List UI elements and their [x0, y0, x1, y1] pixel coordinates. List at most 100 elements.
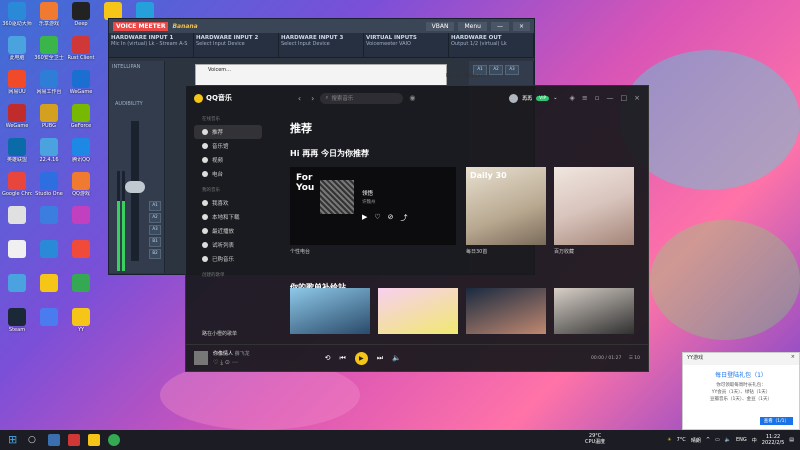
previous-icon[interactable]: ⏮	[340, 354, 346, 363]
back-arrow-icon[interactable]: ‹	[298, 94, 301, 103]
desktop-icon[interactable]: PUBG	[34, 104, 64, 129]
sidebar-item[interactable]: 已购音乐	[186, 252, 266, 266]
bus-a3-button[interactable]: A3	[149, 225, 161, 235]
minimize-icon[interactable]: —	[490, 21, 509, 31]
fm-dislike-icon[interactable]: ⊘	[388, 213, 394, 223]
desktop-icon[interactable]: YY	[66, 308, 96, 333]
yy-notification[interactable]: YY游戏 × 每日登陆礼包（1） 你可领取每周时长礼包： YY会员（1天）、绿钻…	[682, 352, 800, 430]
bus-b2-button[interactable]: B2	[149, 249, 161, 259]
loop-icon[interactable]: ⟲	[325, 354, 331, 362]
desktop-icon[interactable]: WeGame	[66, 70, 96, 95]
for-you-card[interactable]: For You 领悟 许魏州 ▶ ♡ ⊘ ⤴	[290, 167, 456, 245]
desktop-icon[interactable]	[2, 274, 32, 293]
desktop-icon[interactable]: 网易工作台	[34, 70, 64, 95]
desktop-icon[interactable]	[2, 206, 32, 225]
desktop-icon[interactable]	[66, 274, 96, 293]
fader-gain-slider[interactable]	[125, 121, 145, 261]
out-a3-button[interactable]: A3	[505, 65, 519, 75]
input-method-icon[interactable]: 中	[752, 437, 757, 444]
comment-icon[interactable]: ⊙	[225, 359, 230, 366]
playlist-icon[interactable]: ☰	[629, 356, 633, 361]
player-cover[interactable]	[194, 351, 208, 365]
desktop-icon[interactable]: 英雄联盟	[2, 138, 32, 163]
desktop-icon[interactable]: QQ游戏	[66, 172, 96, 197]
bus-a2-button[interactable]: A2	[149, 213, 161, 223]
out-a2-button[interactable]: A2	[489, 65, 503, 75]
notif-view-button[interactable]: 查看（1/1）	[759, 417, 793, 425]
microphone-icon[interactable]: ◉	[409, 94, 415, 102]
chevron-up-icon[interactable]: ^	[706, 437, 710, 443]
desktop-icon[interactable]: 乐享游戏	[34, 2, 64, 27]
hw-input-3-header[interactable]: HARDWARE INPUT 3 Select Input Device	[279, 33, 364, 57]
qq-titlebar[interactable]: QQ音乐 ‹ › ⌕ 搜索音乐 ◉ 再再 VIP ⌄ ◈ ≡ ▫ — □ ×	[186, 86, 648, 110]
like-icon[interactable]: ♡	[213, 359, 218, 366]
user-area[interactable]: 再再 VIP ⌄	[509, 93, 557, 103]
desktop-icon[interactable]	[66, 206, 96, 225]
desktop-icon[interactable]: Studio One	[34, 172, 64, 197]
sidebar-item[interactable]: 音乐馆	[186, 139, 266, 153]
desktop-icon[interactable]	[66, 240, 96, 259]
close-icon[interactable]: ×	[512, 21, 530, 31]
network-icon[interactable]: ▭	[715, 437, 720, 443]
avatar[interactable]	[509, 93, 519, 103]
close-icon[interactable]: ×	[634, 94, 640, 102]
fader-knob[interactable]	[125, 181, 145, 193]
chevron-down-icon[interactable]: ⌄	[553, 95, 557, 101]
taskbar-app-icon[interactable]	[108, 434, 120, 446]
desktop-icon[interactable]: 22.4.16	[34, 138, 64, 163]
desktop-icon[interactable]: Google Chrome	[2, 172, 32, 197]
playlist-card[interactable]	[290, 288, 370, 334]
taskbar-app-icon[interactable]	[88, 434, 100, 446]
desktop-icon[interactable]: 360安全卫士	[34, 36, 64, 61]
temperature[interactable]: 7°C	[677, 437, 686, 443]
windows-start-icon[interactable]: ⊞	[8, 434, 20, 446]
maximize-icon[interactable]: □	[621, 94, 628, 102]
more-icon[interactable]: ⋯	[232, 359, 238, 366]
sidebar-item[interactable]: 推荐	[194, 125, 262, 139]
next-icon[interactable]: ⏭	[377, 354, 383, 363]
volume-icon[interactable]: 🔈	[392, 354, 401, 362]
desktop-icon[interactable]: Deep	[66, 2, 96, 27]
sidebar-item[interactable]: 电台	[186, 167, 266, 181]
hw-out-header[interactable]: HARDWARE OUT Output 1/2 (virtual) Lk	[449, 33, 534, 57]
sidebar-item[interactable]: 视频	[186, 153, 266, 167]
volume-icon[interactable]: 🔈	[725, 437, 731, 443]
playlist-card[interactable]	[378, 288, 458, 334]
language-indicator[interactable]: ENG	[736, 437, 747, 443]
desktop-icon[interactable]: 360驱动大师	[2, 2, 32, 27]
sidebar-playlist-item[interactable]: 路在小橙的歌单	[202, 330, 237, 337]
task-view-icon[interactable]	[48, 434, 60, 446]
playlist-card[interactable]	[554, 288, 634, 334]
desktop-icon[interactable]: GeForce	[66, 104, 96, 129]
desktop-icon[interactable]: 腾讯QQ	[66, 138, 96, 163]
search-icon[interactable]: ○	[28, 434, 40, 446]
fm-like-icon[interactable]: ♡	[374, 213, 380, 223]
settings-icon[interactable]: ≡	[582, 94, 588, 102]
desktop-icon[interactable]: 网易UU	[2, 70, 32, 95]
desktop-icon[interactable]	[34, 206, 64, 225]
notification-center-icon[interactable]: ▤	[789, 437, 794, 443]
daily-30-card[interactable]: Daily 30	[466, 167, 546, 245]
fm-share-icon[interactable]: ⤴	[401, 213, 408, 223]
sidebar-item[interactable]: 本地和下载	[186, 210, 266, 224]
desktop-icon[interactable]: Rust Client	[66, 36, 96, 61]
hundred-card[interactable]	[554, 167, 634, 245]
sidebar-item[interactable]: 最近播放	[186, 224, 266, 238]
play-button[interactable]: ▶	[354, 351, 368, 365]
desktop-icon[interactable]	[34, 274, 64, 293]
playback-dialog[interactable]: Voicem... bie for Playback	[195, 64, 486, 86]
desktop-icon[interactable]	[34, 240, 64, 259]
mini-mode-icon[interactable]: ▫	[595, 94, 600, 102]
bus-a1-button[interactable]: A1	[149, 201, 161, 211]
hw-input-2-header[interactable]: HARDWARE INPUT 2 Select Input Device	[194, 33, 279, 57]
desktop-icon[interactable]	[34, 308, 64, 327]
forward-arrow-icon[interactable]: ›	[311, 94, 314, 103]
vban-button[interactable]: VBAN	[425, 21, 455, 31]
fm-cover[interactable]	[320, 180, 354, 214]
vip-badge[interactable]: VIP	[536, 95, 550, 101]
clock[interactable]: 11:22 2022/2/5	[762, 434, 784, 446]
close-icon[interactable]: ×	[791, 354, 795, 364]
skin-icon[interactable]: ◈	[569, 94, 574, 102]
sidebar-item[interactable]: 试听列表	[186, 238, 266, 252]
desktop-icon[interactable]: 此电脑	[2, 36, 32, 61]
